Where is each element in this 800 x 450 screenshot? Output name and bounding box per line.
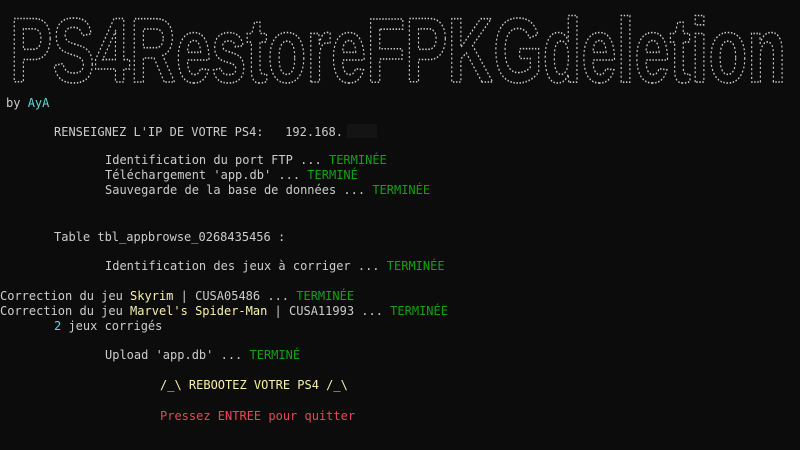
ip-prompt-line: RENSEIGNEZ L'IP DE VOTRE PS4: 192.168. bbox=[54, 124, 377, 140]
step-text: Téléchargement 'app.db' ... bbox=[105, 168, 308, 182]
banner-art: PS4RestoreFPKGdeletion bbox=[9, 2, 787, 94]
separator: | bbox=[267, 304, 290, 318]
correction-line: Correction du jeu Skyrim | CUSA05486 ...… bbox=[0, 289, 354, 304]
upload-text: Upload 'app.db' ... bbox=[105, 348, 250, 362]
upload-status: TERMINÉ bbox=[249, 348, 301, 362]
author-prefix: by bbox=[6, 96, 28, 110]
game-code: CUSA05486 bbox=[195, 289, 261, 303]
quit-prompt: Pressez ENTREE pour quitter bbox=[160, 409, 356, 423]
step-status: TERMINÉ bbox=[307, 168, 358, 182]
step-line: Sauvegarde de la base de données ... TER… bbox=[105, 183, 430, 198]
step-text: Identification du port FTP ... bbox=[105, 153, 329, 167]
correction-line: Correction du jeu Marvel's Spider-Man | … bbox=[0, 304, 448, 319]
corrected-count-line: 2 jeux corrigés bbox=[54, 319, 162, 334]
ip-input-value[interactable]: 192.168. bbox=[285, 125, 343, 139]
upload-line: Upload 'app.db' ... TERMINÉ bbox=[105, 348, 300, 363]
dots: ... bbox=[354, 304, 391, 318]
correction-prefix: Correction du jeu bbox=[0, 289, 131, 303]
table-label: Table tbl_appbrowse_0268435456 : bbox=[54, 230, 286, 244]
game-name: Skyrim bbox=[130, 289, 174, 303]
step-line: Identification du port FTP ... TERMINÉE bbox=[105, 153, 387, 168]
ascii-banner: PS4RestoreFPKGdeletion bbox=[6, 2, 796, 94]
game-code: CUSA11993 bbox=[289, 304, 355, 318]
identify-line: Identification des jeux à corriger ... T… bbox=[105, 259, 445, 274]
game-name: Marvel's Spider-Man bbox=[130, 304, 268, 318]
correction-status: TERMINÉE bbox=[296, 289, 355, 303]
identify-status: TERMINÉE bbox=[386, 259, 445, 273]
dots: ... bbox=[260, 289, 297, 303]
step-status: TERMINÉE bbox=[328, 153, 387, 167]
separator: | bbox=[173, 289, 196, 303]
correction-status: TERMINÉE bbox=[390, 304, 448, 318]
author-name: AyA bbox=[27, 96, 50, 110]
correction-prefix: Correction du jeu bbox=[0, 304, 131, 318]
reboot-message: /_\ REBOOTEZ VOTRE PS4 /_\ bbox=[160, 378, 348, 392]
corrected-text: jeux corrigés bbox=[61, 319, 163, 333]
step-line: Téléchargement 'app.db' ... TERMINÉ bbox=[105, 168, 358, 183]
ip-prompt-label: RENSEIGNEZ L'IP DE VOTRE PS4: bbox=[54, 125, 264, 139]
banner-text: PS4RestoreFPKGdeletion bbox=[10, 2, 786, 94]
ip-redaction bbox=[347, 124, 377, 138]
identify-text: Identification des jeux à corriger ... bbox=[105, 259, 387, 273]
table-line: Table tbl_appbrowse_0268435456 : bbox=[54, 230, 285, 245]
step-status: TERMINÉE bbox=[372, 183, 431, 197]
step-text: Sauvegarde de la base de données ... bbox=[105, 183, 373, 197]
author-line: by AyA bbox=[6, 96, 49, 111]
